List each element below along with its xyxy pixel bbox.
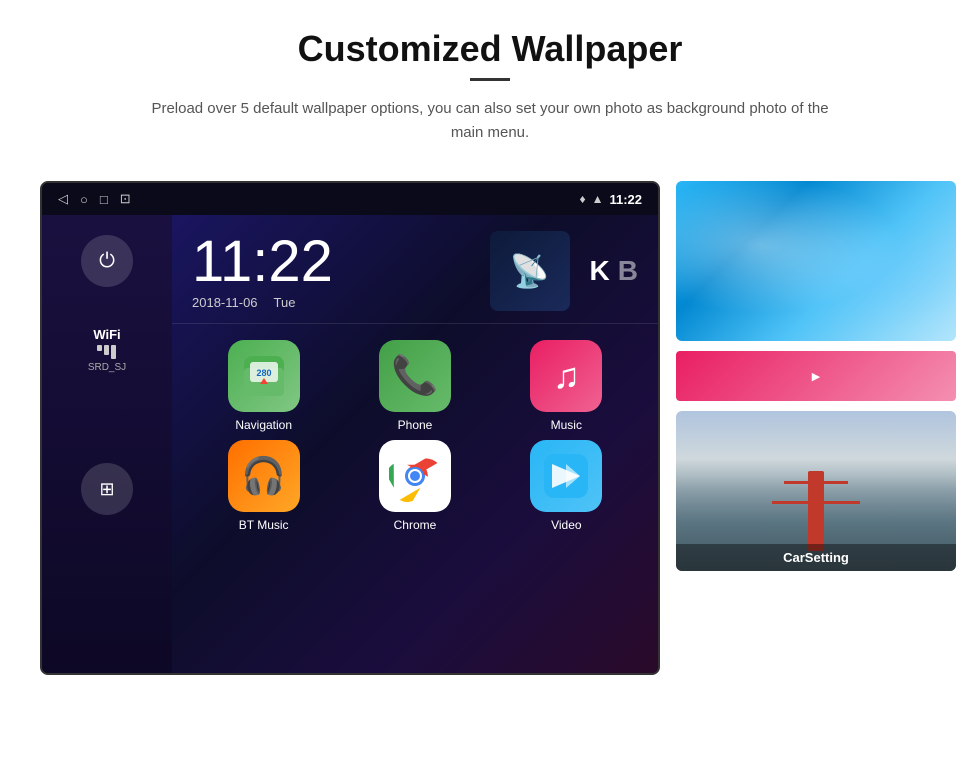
clock-info: 11:22 2018-11-06 Tue — [192, 233, 490, 310]
location-icon: ♦ — [579, 192, 585, 206]
nav-app-label: Navigation — [235, 418, 292, 432]
b-label: B — [618, 255, 638, 287]
phone-app-label: Phone — [398, 418, 433, 432]
wifi-bar-2 — [104, 345, 109, 355]
bt-icon-emoji: 🎧 — [241, 455, 286, 497]
date-value: 2018-11-06 — [192, 295, 258, 310]
video-app-icon — [530, 440, 602, 512]
recents-icon: □ — [100, 192, 108, 207]
wifi-bar-3 — [111, 345, 116, 359]
nav-app-icon: 280 — [228, 340, 300, 412]
bridge-tower — [808, 471, 824, 551]
mini-device-label: ▶ — [812, 370, 820, 383]
app-video[interactable]: Video — [495, 440, 638, 532]
video-icon-svg — [544, 454, 588, 498]
ki-label: K — [590, 255, 610, 287]
music-icon-emoji: ♫ — [553, 355, 580, 397]
app-btmusic[interactable]: 🎧 BT Music — [192, 440, 335, 532]
wifi-label: WiFi — [88, 327, 126, 342]
day-value: Tue — [274, 295, 296, 310]
wifi-ssid: SRD_SJ — [88, 362, 126, 373]
chrome-app-label: Chrome — [394, 518, 437, 532]
power-button[interactable]: ⏻ — [81, 235, 133, 287]
radio-icon: 📡 — [510, 252, 550, 290]
phone-app-icon: 📞 — [379, 340, 451, 412]
device-mockup: ◁ ○ □ ⊡ ♦ ▲ 11:22 ⏻ WiFi — [40, 181, 660, 675]
wallpaper-carsetting-label: CarSetting — [676, 544, 956, 571]
chrome-app-icon — [379, 440, 451, 512]
phone-icon-emoji: 📞 — [391, 354, 438, 398]
power-icon: ⏻ — [99, 250, 115, 273]
back-icon: ◁ — [58, 191, 68, 207]
status-time: 11:22 — [609, 192, 642, 207]
grid-icon: ⊞ — [99, 479, 114, 500]
main-screen: 11:22 2018-11-06 Tue 📡 K B — [172, 215, 658, 673]
svg-text:280: 280 — [256, 368, 271, 378]
app-phone[interactable]: 📞 Phone — [343, 340, 486, 432]
radio-widget[interactable]: 📡 — [490, 231, 570, 311]
clock-time: 11:22 — [192, 233, 490, 291]
status-bar-right: ♦ ▲ 11:22 — [579, 192, 642, 207]
video-app-label: Video — [551, 518, 581, 532]
wifi-bars — [88, 345, 126, 359]
sidebar: ⏻ WiFi SRD_SJ ⊞ — [42, 215, 172, 673]
screenshot-icon: ⊡ — [120, 191, 131, 207]
title-divider — [470, 78, 510, 81]
mini-device-preview: ▶ — [676, 351, 956, 401]
apps-button[interactable]: ⊞ — [81, 463, 133, 515]
music-app-label: Music — [551, 418, 582, 432]
nav-icon-svg: 280 — [242, 354, 286, 398]
clock-area: 11:22 2018-11-06 Tue 📡 K B — [172, 215, 658, 324]
wifi-bar-1 — [97, 345, 102, 351]
wallpaper-panel: ▶ CarSetting — [676, 181, 956, 571]
app-music[interactable]: ♫ Music — [495, 340, 638, 432]
app-chrome[interactable]: Chrome — [343, 440, 486, 532]
app-grid: 280 Navigation 📞 Phone — [172, 324, 658, 548]
page-header: Customized Wallpaper Preload over 5 defa… — [0, 0, 980, 161]
status-bar: ◁ ○ □ ⊡ ♦ ▲ 11:22 — [42, 183, 658, 215]
wallpaper-bridge[interactable]: CarSetting — [676, 411, 956, 571]
chrome-icon-svg — [389, 450, 441, 502]
page-title: Customized Wallpaper — [60, 28, 920, 70]
screen-body: ⏻ WiFi SRD_SJ ⊞ — [42, 215, 658, 673]
bt-app-icon: 🎧 — [228, 440, 300, 512]
wifi-widget: WiFi SRD_SJ — [88, 327, 126, 373]
home-icon: ○ — [80, 192, 88, 207]
wifi-status-icon: ▲ — [592, 192, 604, 206]
page-subtitle: Preload over 5 default wallpaper options… — [150, 97, 830, 145]
content-area: ◁ ○ □ ⊡ ♦ ▲ 11:22 ⏻ WiFi — [0, 161, 980, 685]
wallpaper-ice[interactable] — [676, 181, 956, 341]
status-bar-left: ◁ ○ □ ⊡ — [58, 191, 131, 207]
bt-app-label: BT Music — [239, 518, 289, 532]
app-navigation[interactable]: 280 Navigation — [192, 340, 335, 432]
clock-date: 2018-11-06 Tue — [192, 295, 490, 310]
music-app-icon: ♫ — [530, 340, 602, 412]
